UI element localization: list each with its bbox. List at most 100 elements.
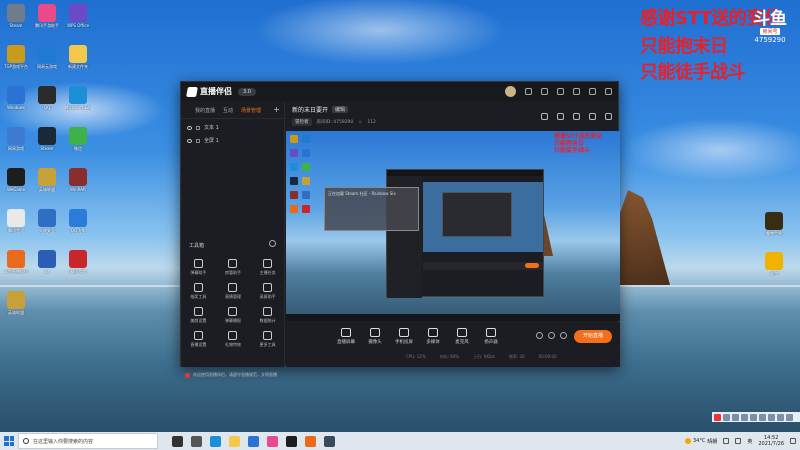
input-language[interactable]: 英 [747, 438, 752, 445]
desktop-icon[interactable]: Microsoft Edge [65, 86, 91, 110]
ime-icon[interactable] [759, 413, 766, 421]
tool-item[interactable]: 数据统计 [250, 307, 285, 324]
tool-item[interactable]: 主播任务 [250, 259, 285, 276]
ime-icon[interactable] [732, 413, 739, 421]
desktop-icon[interactable]: QQ [34, 86, 60, 110]
settings-icon[interactable] [560, 332, 567, 339]
category-badge[interactable]: 冒险者 [292, 118, 312, 126]
tool-item[interactable]: 弹幕播报 [216, 307, 251, 324]
tool-item[interactable]: 美颜设置 [181, 307, 216, 324]
taskbar-search[interactable]: 在这里输入你要搜索的内容 [18, 433, 158, 449]
desktop-icon[interactable]: 微信 [65, 127, 91, 151]
sogou-icon[interactable] [714, 413, 721, 421]
tool-item[interactable]: 弹幕助手 [181, 259, 216, 276]
desktop-icon[interactable]: 斗鱼直播伴侣 [3, 250, 29, 274]
user-avatar[interactable] [505, 86, 516, 97]
weather-widget[interactable]: 34°C 晴朗 [684, 438, 717, 445]
bell-icon[interactable] [589, 113, 596, 120]
live-preview[interactable]: 感谢STT送的变化 只能抱末日 只能徒手战斗 正在加载 Steam 社区 - R… [286, 131, 620, 321]
desktop-icon[interactable]: 腾讯会议 [3, 209, 29, 233]
desktop-icon[interactable]: 英雄联盟 [3, 291, 29, 315]
ime-icon[interactable] [741, 413, 748, 421]
desktop-icon[interactable]: Windows [3, 86, 29, 110]
close-icon[interactable] [605, 88, 612, 95]
desktop-icon[interactable]: 网易云游戏 [34, 45, 60, 69]
settings-icon[interactable] [541, 88, 548, 95]
input-method-bar[interactable] [712, 412, 800, 422]
store-icon[interactable] [248, 435, 259, 447]
control-item[interactable]: 摄像头 [365, 328, 385, 345]
file-explorer-icon[interactable] [229, 435, 240, 447]
share-icon[interactable] [605, 113, 612, 120]
douyu-icon[interactable] [305, 435, 316, 447]
steam-icon[interactable] [324, 435, 335, 447]
notification-icon[interactable] [790, 438, 796, 444]
tool-item[interactable]: 更多工具 [250, 331, 285, 348]
desktop-icon[interactable]: WinRAR [65, 168, 91, 192]
app-version-badge[interactable]: 3.0 [238, 87, 256, 96]
camera-toggle-icon[interactable] [536, 332, 543, 339]
control-item[interactable]: 麦克风 [452, 328, 472, 345]
desktop-icon[interactable]: 火绒安全 [34, 209, 60, 233]
eye-icon[interactable] [187, 125, 192, 130]
desktop-icon[interactable]: TGP游戏平台 [3, 45, 29, 69]
room-title[interactable]: 新的末日要开 [292, 105, 328, 114]
ime-icon[interactable] [777, 413, 784, 421]
tool-item[interactable]: 房管助手 [216, 259, 251, 276]
desktop-icon[interactable]: Steam [3, 4, 29, 28]
ime-icon[interactable] [768, 413, 775, 421]
visibility-icon[interactable] [548, 332, 555, 339]
scene-item[interactable]: 全屏 1 [181, 134, 284, 147]
task-view-icon[interactable] [172, 435, 183, 447]
go-live-button[interactable]: 开始直播 [574, 330, 612, 343]
desktop-icon[interactable]: W [34, 250, 60, 274]
ime-icon[interactable] [723, 413, 730, 421]
desktop-icon[interactable]: Steam [34, 127, 60, 151]
menu-icon[interactable] [573, 88, 580, 95]
tab-interact[interactable]: 互动 [223, 107, 233, 114]
eye-icon[interactable] [187, 138, 192, 143]
control-item[interactable]: 手机投屏 [394, 328, 414, 345]
tab-my-live[interactable]: 我的直播 [195, 107, 215, 114]
message-icon[interactable] [525, 88, 532, 95]
desktop-icon[interactable]: QQ飞车 [65, 209, 91, 233]
tool-item[interactable]: 录屏助手 [250, 283, 285, 300]
tool-item[interactable]: 表情管理 [216, 283, 251, 300]
edit-title-button[interactable]: 编辑 [332, 106, 349, 113]
desktop-icon[interactable]: 腾讯手游助手 [34, 4, 60, 28]
tool-item[interactable]: 抽奖工具 [181, 283, 216, 300]
skin-icon[interactable] [557, 88, 564, 95]
desktop-icon[interactable]: 新建文件夹 [65, 45, 91, 69]
gift-icon[interactable] [541, 113, 548, 120]
start-button[interactable] [0, 432, 18, 450]
lock-icon[interactable] [196, 125, 200, 130]
desktop-icon[interactable]: 网易游戏 [3, 127, 29, 151]
control-item[interactable]: 扬声器 [481, 328, 501, 345]
add-scene-icon[interactable]: + [273, 105, 280, 114]
notice-bar[interactable]: 欢迎使用直播伴侣，请遵守直播规范，文明直播 [185, 372, 277, 378]
desktop-icon[interactable]: 魔兽世界 [761, 212, 787, 236]
ime-icon[interactable] [750, 413, 757, 421]
desktop-icon[interactable]: WPS Office [65, 4, 91, 28]
volume-icon[interactable] [735, 438, 742, 444]
tab-scene-manage[interactable]: 场景管理 [241, 107, 261, 114]
scene-item[interactable]: 文本 1 [181, 121, 284, 134]
edge-icon[interactable] [210, 435, 221, 447]
clock[interactable]: 14:52 2021/7/26 [758, 435, 784, 447]
app-titlebar[interactable]: 直播伴侣 3.0 [181, 82, 618, 101]
minimize-icon[interactable] [589, 88, 596, 95]
ime-icon[interactable] [786, 413, 793, 421]
desktop-icon[interactable]: WeGame [3, 168, 29, 192]
lock-icon[interactable] [196, 138, 200, 143]
desktop-icon[interactable]: 斗鱼 [761, 252, 787, 276]
control-item[interactable]: 直播屏幕 [336, 328, 356, 345]
app-icon[interactable] [286, 435, 297, 447]
toolbox-settings-icon[interactable] [269, 240, 276, 247]
chat-icon[interactable] [573, 113, 580, 120]
network-icon[interactable] [723, 438, 730, 444]
tool-item[interactable]: 直播设置 [181, 331, 216, 348]
app-icon[interactable] [267, 435, 278, 447]
desktop-icon[interactable]: 腾讯游戏 [65, 250, 91, 274]
lock-icon[interactable] [557, 113, 564, 120]
desktop-icon[interactable]: 英雄联盟 [34, 168, 60, 192]
